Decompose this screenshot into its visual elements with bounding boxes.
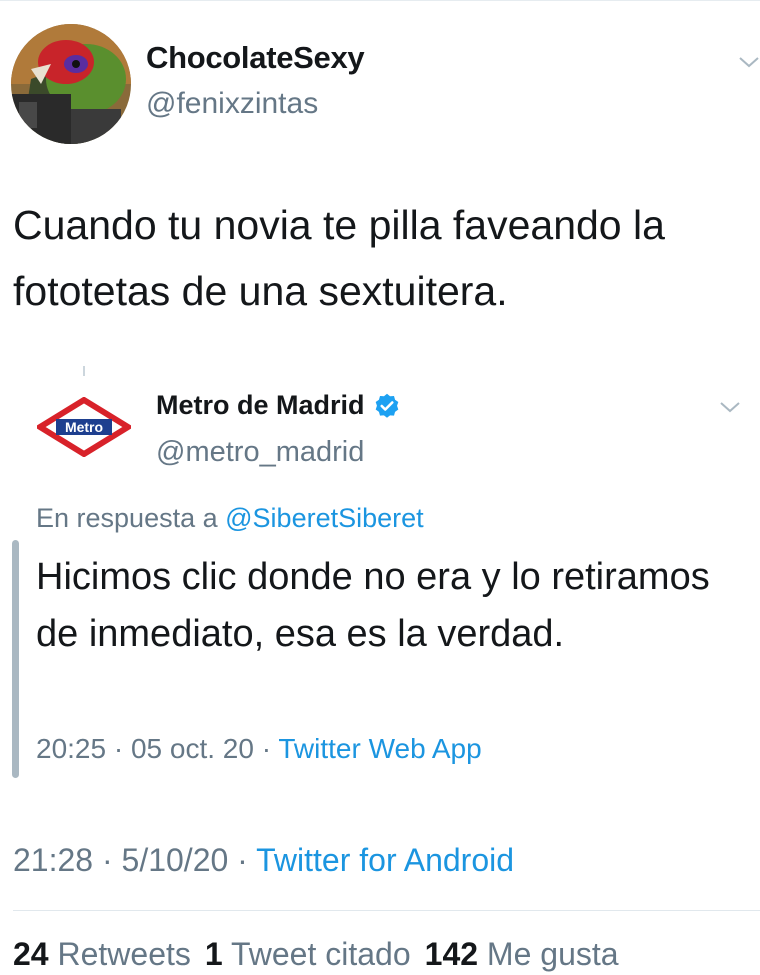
tweet-text: Cuando tu novia te pilla faveando la fot…	[13, 202, 665, 314]
thread-line	[83, 366, 85, 376]
separator: ·	[237, 842, 248, 878]
likes-stat[interactable]: 142 Me gusta	[425, 936, 619, 972]
retweets-stat[interactable]: 24 Retweets	[13, 936, 191, 972]
handle[interactable]: @fenixzintas	[146, 87, 318, 121]
quoted-meta: 20:25 · 05 oct. 20 · Twitter Web App	[36, 733, 482, 765]
quote-bar	[12, 540, 19, 778]
reply-mention-link[interactable]: @SiberetSiberet	[225, 503, 424, 533]
quoted-time: 20:25	[36, 733, 107, 764]
tweet-source-link[interactable]: Twitter for Android	[256, 842, 514, 878]
quoted-source-link[interactable]: Twitter Web App	[278, 733, 481, 764]
quoted-tweet-text: Hicimos clic donde no era y lo retiramos…	[36, 556, 710, 655]
display-name[interactable]: ChocolateSexy	[146, 40, 365, 76]
separator: ·	[101, 842, 113, 878]
likes-label: Me gusta	[486, 936, 619, 972]
top-divider	[0, 0, 760, 1]
metro-logo[interactable]: Metro	[34, 396, 134, 458]
retweets-count: 24	[13, 936, 49, 972]
separator: ·	[261, 733, 272, 764]
tweet-stats: 24 Retweets 1 Tweet citado 142 Me gusta	[13, 936, 619, 973]
verified-badge-icon	[375, 393, 398, 418]
likes-count: 142	[424, 936, 479, 972]
quoted-date: 05 oct. 20	[130, 733, 254, 764]
chevron-down-icon[interactable]	[738, 51, 760, 73]
parrot-avatar-icon	[11, 24, 131, 144]
retweets-label: Retweets	[57, 936, 191, 972]
tweet-date: 5/10/20	[121, 842, 229, 878]
avatar[interactable]	[11, 24, 131, 144]
quoted-display-name[interactable]: Metro de Madrid	[156, 390, 401, 421]
quotes-stat[interactable]: 1 Tweet citado	[205, 936, 411, 972]
chevron-down-icon[interactable]	[719, 396, 741, 418]
stats-divider	[13, 910, 760, 911]
quotes-count: 1	[204, 936, 223, 972]
separator: ·	[113, 733, 124, 764]
metro-logo-text: Metro	[65, 419, 103, 435]
tweet-meta: 21:28 · 5/10/20 · Twitter for Android	[13, 842, 514, 879]
reply-context: En respuesta a @SiberetSiberet	[36, 503, 424, 534]
reply-prefix: En respuesta a	[36, 503, 218, 533]
quoted-name-label: Metro de Madrid	[156, 390, 365, 420]
metro-diamond-icon: Metro	[34, 396, 134, 458]
tweet-time: 21:28	[13, 842, 94, 878]
quotes-label: Tweet citado	[230, 936, 411, 972]
quoted-handle[interactable]: @metro_madrid	[156, 436, 364, 469]
